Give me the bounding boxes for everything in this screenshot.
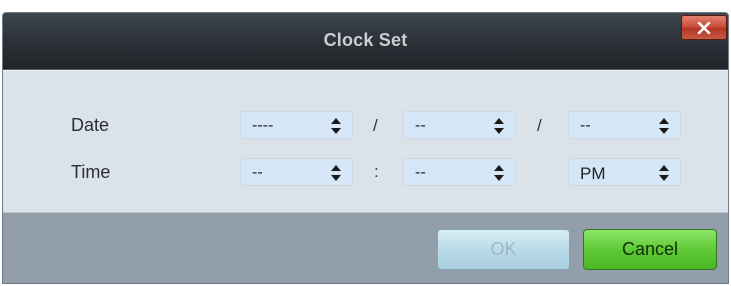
close-button[interactable] xyxy=(681,15,727,40)
date-separator-1: / xyxy=(373,116,378,135)
up-down-arrows-icon[interactable] xyxy=(493,116,505,136)
hour-value: -- xyxy=(252,164,263,181)
title-bar: Clock Set xyxy=(3,13,728,70)
clock-set-dialog: Clock Set Date ---- / -- / -- Time --: … xyxy=(2,12,729,284)
cancel-button[interactable]: Cancel xyxy=(583,229,717,270)
dialog-title: Clock Set xyxy=(323,30,408,50)
date-label: Date xyxy=(71,115,110,135)
close-icon xyxy=(697,21,711,34)
date-separator-2: / xyxy=(537,116,542,135)
hour-spinner[interactable]: -- xyxy=(240,158,353,186)
month-value: -- xyxy=(415,117,426,134)
dialog-content: Date ---- / -- / -- Time --: -- PM xyxy=(3,70,728,212)
month-spinner[interactable]: -- xyxy=(403,111,516,139)
minute-spinner[interactable]: -- xyxy=(403,158,516,186)
ampm-spinner[interactable]: PM xyxy=(568,158,681,186)
up-down-arrows-icon[interactable] xyxy=(330,116,342,136)
day-value: -- xyxy=(580,117,591,134)
up-down-arrows-icon[interactable] xyxy=(658,116,670,136)
minute-value: -- xyxy=(415,164,426,181)
time-separator: : xyxy=(374,162,379,181)
year-value: ---- xyxy=(252,117,274,134)
time-label: Time xyxy=(71,162,111,182)
day-spinner[interactable]: -- xyxy=(568,111,681,139)
dialog-footer: OK Cancel xyxy=(3,212,728,283)
ok-button[interactable]: OK xyxy=(437,229,570,270)
up-down-arrows-icon[interactable] xyxy=(493,163,505,183)
ampm-value: PM xyxy=(580,164,606,183)
up-down-arrows-icon[interactable] xyxy=(658,163,670,183)
up-down-arrows-icon[interactable] xyxy=(330,163,342,183)
year-spinner[interactable]: ---- xyxy=(240,111,353,139)
